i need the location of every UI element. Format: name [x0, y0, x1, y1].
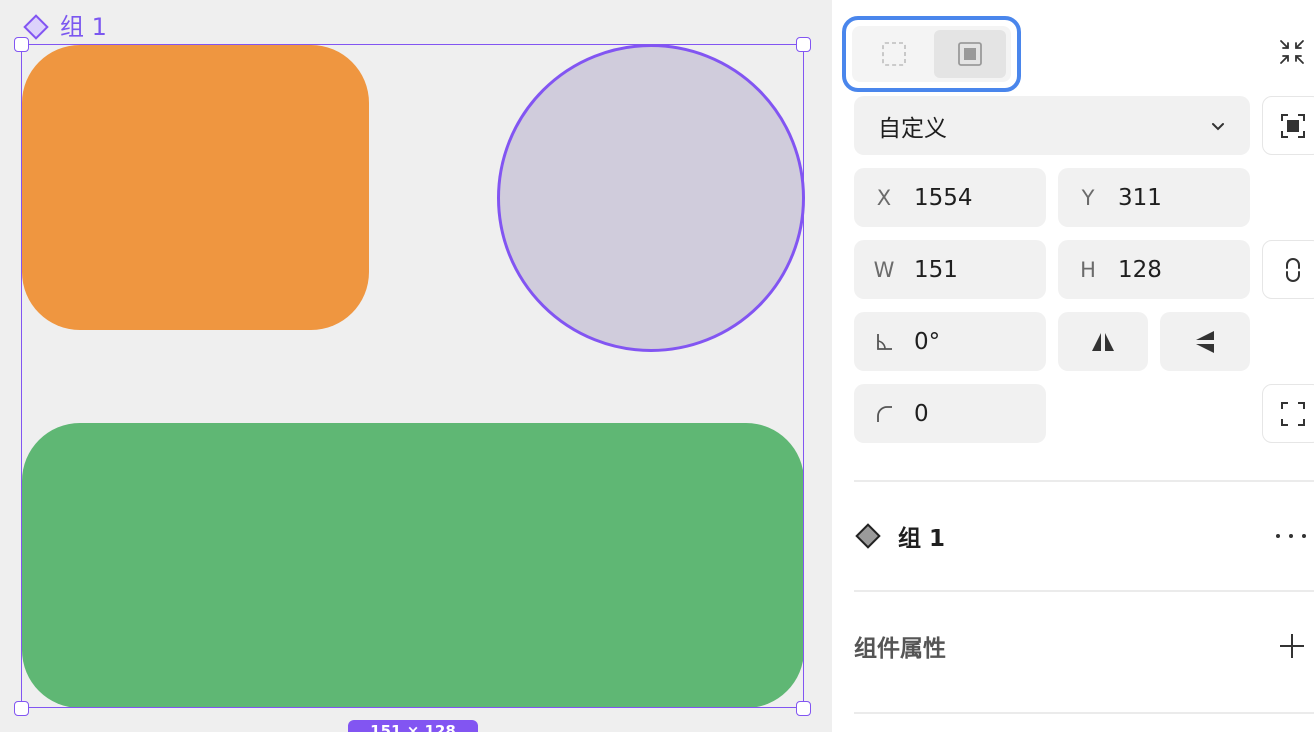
- more-options-button[interactable]: [1276, 524, 1306, 548]
- clip-off-icon: [882, 42, 906, 66]
- design-canvas[interactable]: 组 1 151 × 128: [0, 0, 832, 732]
- rotation-value: 0°: [914, 328, 941, 355]
- rotation-key: [854, 332, 914, 352]
- flip-horizontal-button[interactable]: [1058, 312, 1148, 371]
- component-icon: [855, 523, 881, 549]
- resize-handle-top-left[interactable]: [14, 37, 29, 52]
- more-dot: [1302, 534, 1306, 538]
- corner-radius-field[interactable]: 0: [854, 384, 1046, 443]
- flip-horizontal-icon: [1092, 332, 1114, 351]
- flip-vertical-button[interactable]: [1160, 312, 1250, 371]
- frame-clip-toggle: [842, 16, 1021, 92]
- collapse-button[interactable]: [1276, 36, 1308, 68]
- x-value: 1554: [914, 184, 973, 211]
- y-value: 311: [1118, 184, 1162, 211]
- more-dot: [1276, 534, 1280, 538]
- component-row[interactable]: 组 1: [854, 516, 1306, 556]
- resize-handle-top-right[interactable]: [796, 37, 811, 52]
- clip-on-icon: [958, 42, 982, 66]
- clip-on-button[interactable]: [934, 30, 1006, 78]
- h-label: H: [1080, 257, 1096, 282]
- section-divider: [854, 480, 1314, 482]
- height-value: 128: [1118, 256, 1162, 283]
- size-preset-select[interactable]: 自定义: [854, 96, 1250, 155]
- y-label: Y: [1081, 185, 1095, 210]
- component-properties-header: 组件属性: [854, 626, 1306, 666]
- rotation-field[interactable]: 0°: [854, 312, 1046, 371]
- x-label: X: [876, 185, 892, 210]
- add-property-icon[interactable]: [1278, 632, 1306, 660]
- component-name-tag[interactable]: 组 1: [22, 12, 107, 42]
- independent-corners-icon: [1281, 401, 1305, 426]
- flip-vertical-icon: [1196, 330, 1214, 353]
- resize-handle-bottom-right[interactable]: [796, 701, 811, 716]
- w-label: W: [873, 257, 895, 282]
- clip-off-button[interactable]: [858, 30, 930, 78]
- height-field[interactable]: H 128: [1058, 240, 1250, 299]
- section-divider: [854, 590, 1314, 592]
- x-position-field[interactable]: X 1554: [854, 168, 1046, 227]
- selection-size-badge: 151 × 128: [348, 720, 478, 732]
- width-value: 151: [914, 256, 958, 283]
- constrain-proportions-button[interactable]: [1262, 240, 1314, 299]
- rotation-angle-icon: [877, 333, 892, 350]
- size-preset-value: 自定义: [878, 115, 947, 142]
- radius-key: [854, 404, 914, 424]
- chevron-down-icon: [1212, 122, 1224, 130]
- properties-panel: 自定义 X 1554 Y 311 W 151 H 128 0° 0 组 1 组件…: [832, 0, 1314, 732]
- more-dot: [1289, 534, 1293, 538]
- component-label: 组 1: [60, 13, 107, 41]
- radius-value: 0: [914, 400, 929, 427]
- collapse-arrows-icon: [1280, 40, 1304, 64]
- toggle-track: [852, 26, 1011, 82]
- y-position-field[interactable]: Y 311: [1058, 168, 1250, 227]
- width-field[interactable]: W 151: [854, 240, 1046, 299]
- section-divider: [854, 712, 1314, 714]
- component-name: 组 1: [898, 526, 946, 552]
- fit-content-button[interactable]: [1262, 96, 1314, 155]
- selection-box: [21, 44, 804, 708]
- independent-corners-button[interactable]: [1262, 384, 1314, 443]
- corner-radius-icon: [877, 405, 892, 422]
- link-icon: [1286, 257, 1300, 282]
- component-properties-title: 组件属性: [854, 636, 946, 662]
- resize-handle-bottom-left[interactable]: [14, 701, 29, 716]
- fit-frame-icon: [1281, 113, 1305, 138]
